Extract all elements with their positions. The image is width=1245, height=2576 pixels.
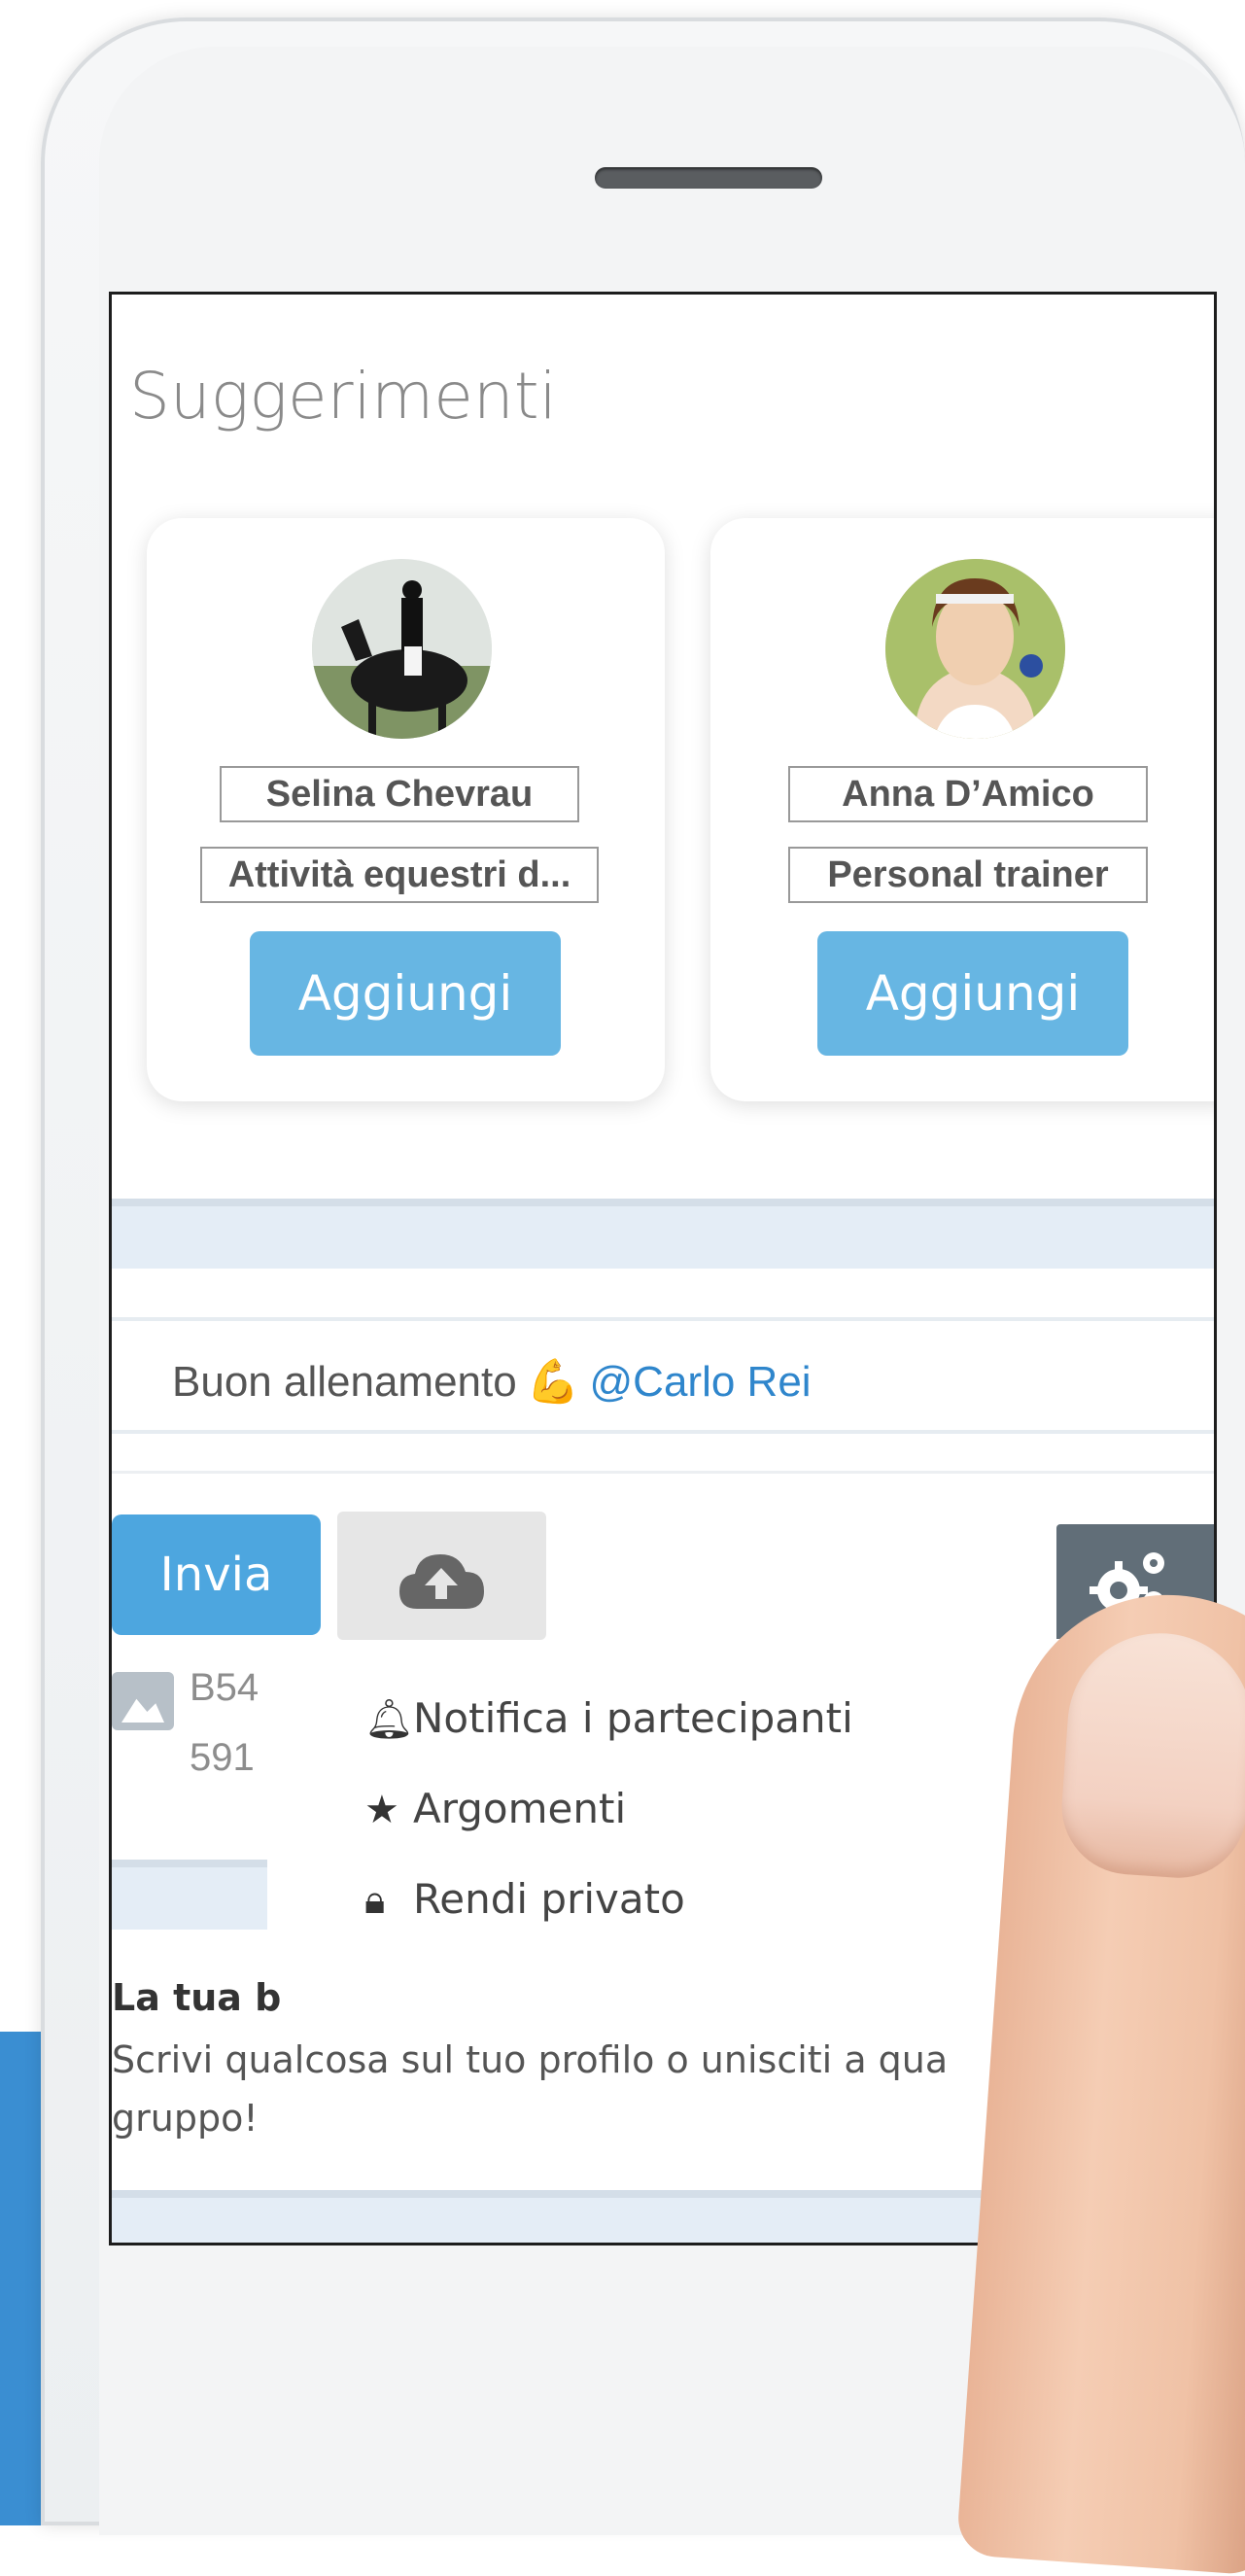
divider <box>112 1471 1214 1474</box>
avatar[interactable] <box>885 559 1065 739</box>
woman-photo <box>885 559 1065 739</box>
image-file-icon <box>112 1672 174 1730</box>
empty-state-title: La tua b <box>112 1976 282 2019</box>
attachment-size: 591 <box>190 1736 255 1779</box>
avatar[interactable] <box>312 559 492 739</box>
suggestion-name: Selina Chevrau <box>220 766 579 822</box>
section-divider <box>112 1199 1214 1269</box>
settings-dropdown-menu: 🔔︎Notifica i partecipanti ★ Argomenti 🔒︎ R… <box>267 1665 1045 1986</box>
post-composer-input[interactable]: Buon allenamento 💪 @Carlo Rei <box>112 1317 1214 1434</box>
lock-icon: 🔒︎ <box>364 1878 386 1923</box>
rider-photo <box>312 559 492 739</box>
menu-item-private[interactable]: 🔒︎ Rendi privato <box>364 1875 685 1923</box>
menu-item-label: Rendi privato <box>413 1875 685 1923</box>
add-friend-button[interactable]: Aggiungi <box>250 931 561 1056</box>
suggestion-name: Anna D’Amico <box>788 766 1148 822</box>
send-button[interactable]: Invia <box>112 1514 321 1635</box>
suggestion-card: Selina Chevrau Attività equestri d... Ag… <box>147 518 665 1101</box>
cloud-upload-icon <box>399 1554 484 1609</box>
suggestion-card: Anna D’Amico Personal trainer Aggiungi <box>710 518 1214 1101</box>
section-title: Suggerimenti <box>129 359 557 434</box>
flexed-biceps-emoji: 💪 <box>526 1358 580 1406</box>
fingernail <box>1056 1626 1245 1883</box>
menu-item-label: Argomenti <box>413 1785 627 1832</box>
empty-state-description: Scrivi qualcosa sul tuo profilo o unisci… <box>112 2038 949 2140</box>
menu-item-topics[interactable]: ★ Argomenti <box>364 1785 626 1832</box>
mention-link[interactable]: @Carlo Rei <box>590 1358 812 1406</box>
upload-button[interactable] <box>337 1512 546 1640</box>
add-friend-button[interactable]: Aggiungi <box>817 931 1128 1056</box>
bell-icon: 🔔︎ <box>364 1697 414 1742</box>
phone-speaker <box>595 167 822 189</box>
composer-text: Buon allenamento <box>172 1358 517 1406</box>
suggestion-role: Attività equestri d... <box>200 847 599 903</box>
star-icon: ★ <box>364 1788 399 1832</box>
suggestion-role: Personal trainer <box>788 847 1148 903</box>
menu-item-label: Notifica i partecipanti <box>413 1694 853 1742</box>
menu-item-notify[interactable]: 🔔︎Notifica i partecipanti <box>364 1694 853 1742</box>
attachment-name: B54 <box>190 1666 259 1709</box>
